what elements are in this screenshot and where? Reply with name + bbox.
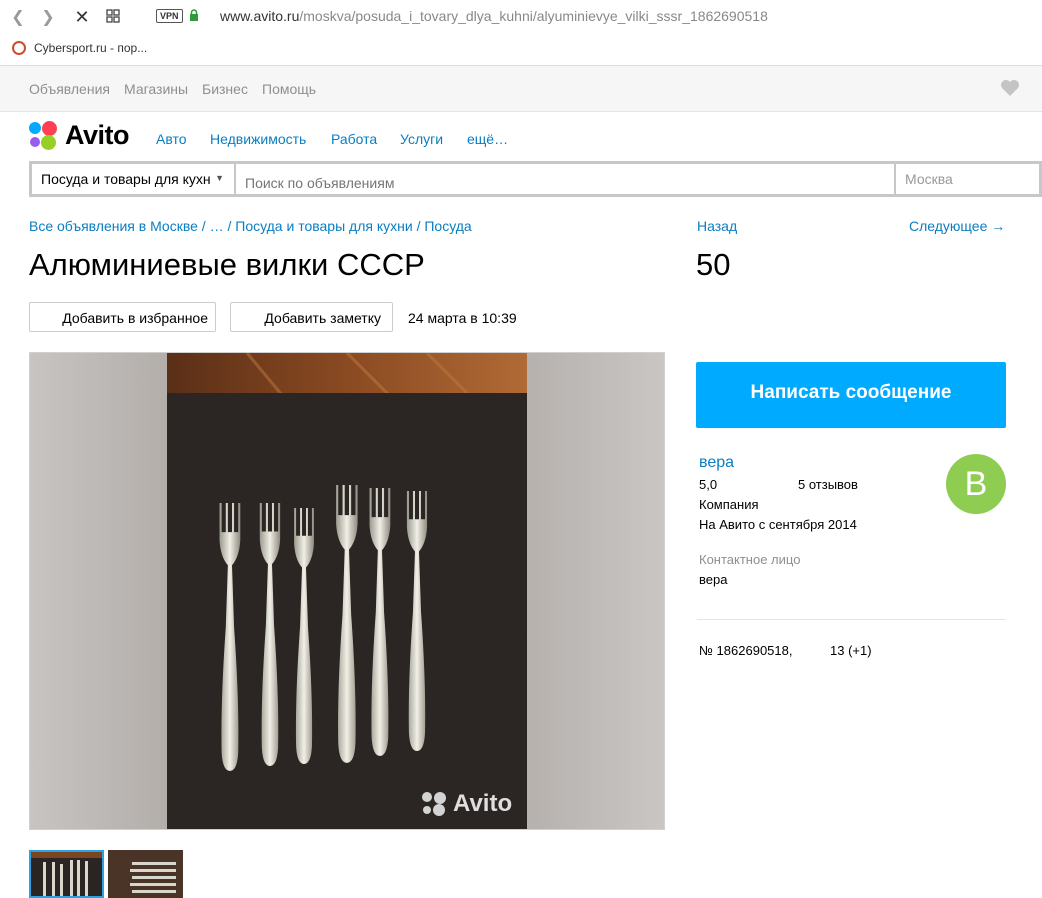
thumbnail-2[interactable] (108, 850, 183, 898)
favorites-heart-icon[interactable] (1000, 79, 1020, 97)
category-auto[interactable]: Авто (156, 131, 187, 147)
add-note-button[interactable]: Добавить заметку (230, 302, 393, 332)
listing-photo[interactable] (167, 353, 527, 830)
ad-number: № 1862690518, (699, 643, 793, 658)
category-more[interactable]: ещё… (467, 131, 508, 147)
breadcrumb-category[interactable]: Посуда и товары для кухни (235, 218, 412, 234)
listing-date: 24 марта в 10:39 (408, 310, 517, 326)
write-message-button[interactable]: Написать сообщение (696, 362, 1006, 428)
address-bar[interactable]: www.avito.ru/moskva/posuda_i_tovary_dlya… (220, 8, 768, 24)
watermark-text: Avito (453, 790, 513, 817)
thumbnail-1[interactable] (29, 850, 104, 898)
forward-arrow-icon[interactable]: ❯ (39, 8, 57, 26)
search-input[interactable] (236, 164, 894, 194)
next-link[interactable]: Следующее → (909, 218, 1005, 234)
search-bar: Посуда и товары для кухн ▼ Москва (29, 161, 1042, 197)
breadcrumb-all[interactable]: Все объявления в Москве (29, 218, 198, 234)
listing-title: Алюминиевые вилки СССР (29, 247, 425, 282)
add-note-label: Добавить заметку (264, 310, 381, 326)
avito-dots-icon (29, 120, 59, 151)
cybersport-favicon-icon (12, 41, 26, 55)
url-path: /moskva/posuda_i_tovary_dlya_kuhni/alyum… (299, 8, 768, 24)
category-select-value: Посуда и товары для кухн (41, 171, 211, 187)
browser-toolbar: ❮ ❯ ✕ VPN www.avito.ru/moskva/posuda_i_t… (0, 0, 1042, 34)
category-jobs[interactable]: Работа (331, 131, 377, 147)
bookmark-cybersport[interactable]: Cybersport.ru - пор... (12, 41, 147, 55)
seller-since: На Авито с сентября 2014 (699, 517, 857, 532)
back-link[interactable]: Назад (697, 218, 737, 234)
add-favorite-label: Добавить в избранное (62, 310, 208, 326)
avito-watermark: Avito (421, 790, 512, 818)
category-services[interactable]: Услуги (400, 131, 443, 147)
divider (697, 619, 1006, 620)
avatar[interactable]: В (946, 454, 1006, 514)
nav-ads[interactable]: Объявления (29, 81, 110, 97)
seller-reviews-link[interactable]: 5 отзывов (798, 477, 858, 492)
url-host: www.avito.ru (220, 8, 300, 24)
seller-type: Компания (699, 497, 759, 512)
avito-logo[interactable]: Avito (29, 120, 130, 151)
nav-shops[interactable]: Магазины (124, 81, 188, 97)
logo-text: Avito (65, 120, 130, 150)
nav-business[interactable]: Бизнес (202, 81, 248, 97)
back-arrow-icon[interactable]: ❮ (9, 8, 27, 26)
views-count: 13 (+1) (830, 643, 872, 658)
nav-help[interactable]: Помощь (262, 81, 316, 97)
watermark-dots-icon (422, 792, 446, 816)
listing-price: 50 (696, 247, 731, 282)
tabs-grid-icon[interactable] (106, 9, 120, 23)
category-realty[interactable]: Недвижимость (210, 131, 306, 147)
photo-gallery[interactable]: Avito (29, 352, 665, 830)
breadcrumb-ellipsis[interactable]: … (210, 218, 224, 234)
category-select[interactable]: Посуда и товары для кухн ▼ (32, 164, 234, 194)
contact-name: вера (699, 572, 728, 587)
top-navigation: Объявления Магазины Бизнес Помощь (0, 66, 1042, 112)
city-field[interactable]: Москва (896, 164, 1039, 194)
bookmarks-bar: Cybersport.ru - пор... (0, 34, 1042, 66)
breadcrumb-subcategory[interactable]: Посуда (424, 218, 471, 234)
seller-rating: 5,0 (699, 477, 718, 492)
contact-label: Контактное лицо (699, 552, 801, 567)
add-favorite-button[interactable]: Добавить в избранное (29, 302, 216, 332)
chevron-down-icon: ▼ (215, 173, 224, 183)
seller-name-link[interactable]: вера (699, 454, 734, 472)
bookmark-label: Cybersport.ru - пор... (34, 41, 148, 55)
lock-icon[interactable] (189, 9, 199, 22)
vpn-badge[interactable]: VPN (156, 9, 183, 23)
breadcrumb: Все объявления в Москве / … / Посуда и т… (29, 218, 472, 234)
stop-loading-icon[interactable]: ✕ (73, 7, 91, 27)
